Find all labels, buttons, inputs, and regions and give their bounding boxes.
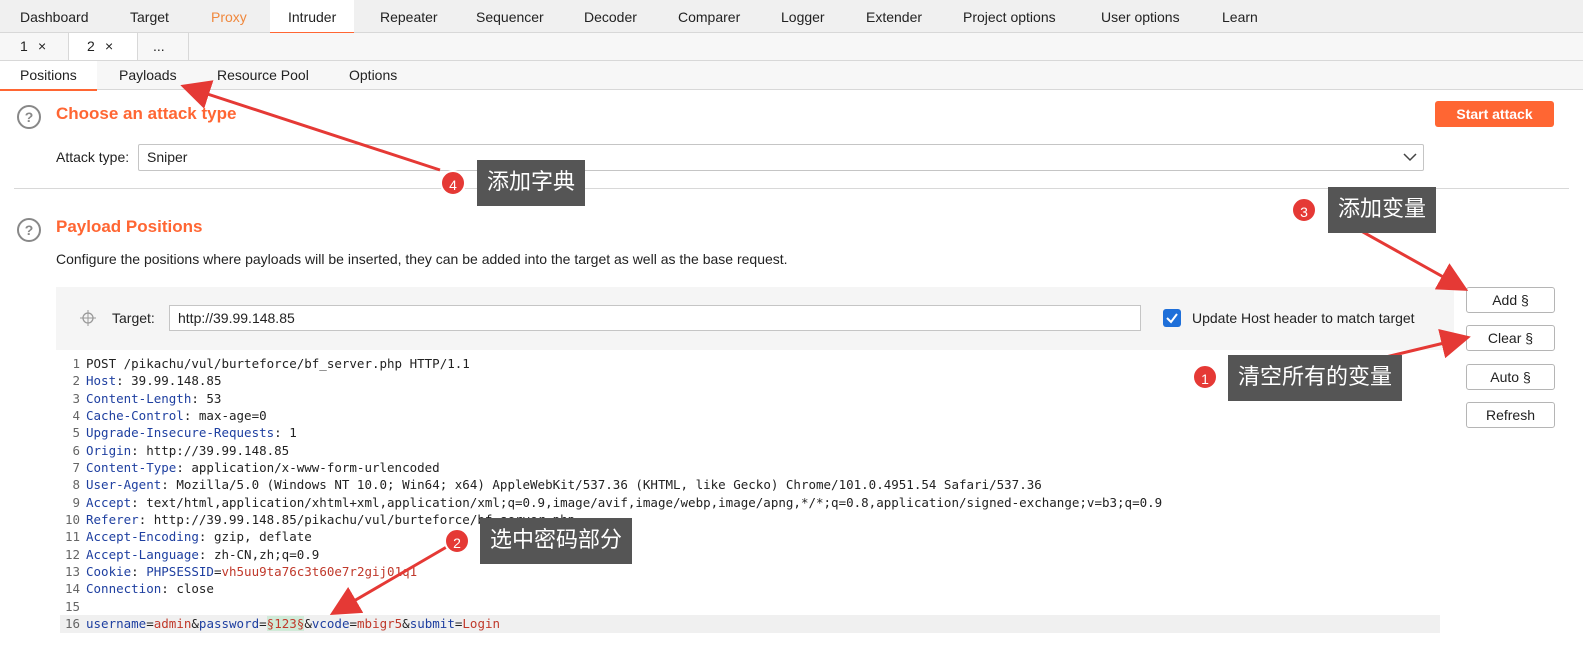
annotation-arrows bbox=[180, 80, 1471, 616]
callout-add-dictionary: 添加字典 bbox=[477, 160, 586, 206]
callout-clear-variables: 清空所有的变量 bbox=[1228, 355, 1403, 401]
step-badge: 1 bbox=[1192, 364, 1218, 390]
step-badge: 4 bbox=[440, 170, 466, 196]
step-badge: 3 bbox=[1291, 197, 1317, 223]
arrow-to-payload-marker bbox=[329, 543, 451, 616]
arrow-to-payloads bbox=[180, 80, 441, 172]
step-badge: 2 bbox=[444, 528, 470, 554]
callout-select-password: 选中密码部分 bbox=[480, 518, 633, 564]
callout-add-variable: 添加变量 bbox=[1328, 187, 1437, 233]
